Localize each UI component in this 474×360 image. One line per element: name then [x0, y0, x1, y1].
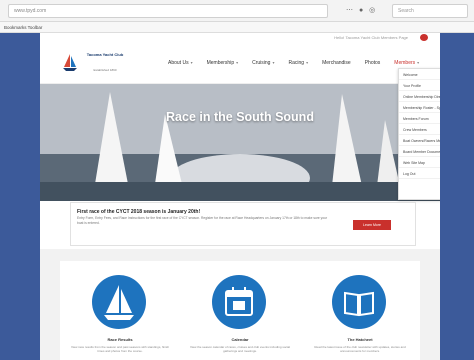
- card-title: Calendar: [231, 337, 249, 342]
- dropdown-item-profile[interactable]: Your Profile: [399, 80, 440, 91]
- nav-racing[interactable]: Racing ▾: [288, 60, 308, 66]
- chevron-down-icon: ▾: [272, 60, 275, 65]
- sailboat-icon: [92, 275, 146, 329]
- card-title: Race Results: [107, 337, 133, 342]
- feature-card-calendar[interactable]: Calendar View the season calendar of rac…: [180, 261, 300, 360]
- web-page: Hello! Tacoma Yacht Club Members Page Ta…: [40, 33, 440, 360]
- news-body: Entry Form, Entry Fees, and Race Instruc…: [77, 216, 328, 225]
- top-message: Hello! Tacoma Yacht Club Members Page: [334, 35, 408, 40]
- nav-members[interactable]: Members ▾: [394, 60, 419, 66]
- hero-image: [40, 84, 440, 201]
- nav-about[interactable]: About Us ▾: [168, 60, 193, 66]
- dropdown-item-forum[interactable]: Members Forum: [399, 113, 440, 124]
- features-section: Race Results View race results from the …: [40, 249, 440, 360]
- learn-more-button[interactable]: Learn More: [353, 220, 391, 230]
- dropdown-item-directory[interactable]: Online Membership Directory: [399, 91, 440, 102]
- chevron-down-icon: ▾: [417, 60, 420, 65]
- logo-subtitle: Established 1890: [93, 68, 117, 72]
- member-icon[interactable]: [420, 34, 428, 41]
- site-header: Tacoma Yacht Club Established 1890 About…: [40, 42, 440, 84]
- bookmark-label[interactable]: Bookmarks Toolbar: [4, 25, 42, 30]
- nav-cruising[interactable]: Cruising ▾: [252, 60, 274, 66]
- card-text: View race results from the season and pa…: [71, 345, 169, 353]
- calendar-icon: [212, 275, 266, 329]
- dropdown-item-roster[interactable]: Membership Roster - Spreadsheet: [399, 102, 440, 113]
- hero-banner: Race in the South Sound: [40, 84, 440, 201]
- chevron-down-icon: ▾: [190, 60, 193, 65]
- browser-toolbar: www.tpyd.com ⋯ ● ◎ Search: [0, 0, 474, 22]
- card-text: Read the latest issue of the club newsle…: [314, 345, 406, 353]
- dropdown-item-crew[interactable]: Crew Members: [399, 124, 440, 135]
- sailboat-logo-icon: [63, 54, 77, 71]
- book-icon: [332, 275, 386, 329]
- bookmarks-bar: Bookmarks Toolbar: [0, 22, 474, 33]
- nav-membership[interactable]: Membership ▾: [207, 60, 239, 66]
- members-dropdown: Welcome Your Profile Online Membership D…: [398, 68, 440, 200]
- news-title: First race of the CYCT 2018 season is Ja…: [77, 209, 201, 215]
- card-title: The Hatcheet: [347, 337, 373, 342]
- browser-search[interactable]: Search: [392, 4, 468, 18]
- card-text: View the season calendar of races, cruis…: [190, 345, 291, 353]
- dropdown-item-boat-owners[interactable]: Boat Owners/Racers Members: [399, 135, 440, 146]
- top-bar: Hello! Tacoma Yacht Club Members Page: [40, 33, 440, 42]
- feature-card-newsletter[interactable]: The Hatcheet Read the latest issue of th…: [300, 261, 420, 360]
- main-nav: About Us ▾ Membership ▾ Cruising ▾ Racing ▾ …: [168, 60, 419, 66]
- nav-photos[interactable]: Photos: [365, 60, 381, 66]
- dropdown-item-documents[interactable]: Board Member Documents: [399, 146, 440, 157]
- chevron-down-icon: ▾: [236, 60, 239, 65]
- feature-card-race-results[interactable]: Race Results View race results from the …: [60, 261, 180, 360]
- logo-name: Tacoma Yacht Club: [86, 52, 124, 57]
- news-box: First race of the CYCT 2018 season is Ja…: [70, 202, 416, 246]
- hero-title: Race in the South Sound: [166, 110, 314, 124]
- dropdown-item-logout[interactable]: Log Out: [399, 168, 440, 179]
- nav-merchandise[interactable]: Merchandise: [322, 60, 351, 66]
- dropdown-item-welcome[interactable]: Welcome: [399, 69, 440, 80]
- address-bar[interactable]: www.tpyd.com: [8, 4, 328, 18]
- chevron-down-icon: ▾: [306, 60, 309, 65]
- site-logo[interactable]: Tacoma Yacht Club Established 1890: [60, 50, 130, 76]
- dropdown-item-site-map[interactable]: Web Site Map: [399, 157, 440, 168]
- toolbar-icons[interactable]: ⋯ ● ◎: [346, 6, 377, 14]
